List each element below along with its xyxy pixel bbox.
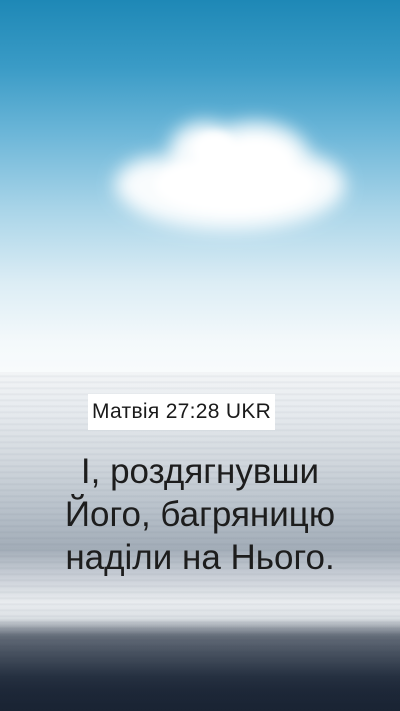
cloud-image: [115, 122, 345, 230]
dark-water: [0, 618, 400, 711]
verse-line: Його, багряницю: [64, 495, 336, 534]
verse-reference-text: Матвія 27:28 UKR: [92, 400, 272, 423]
verse-reference: Матвія 27:28 UKR: [88, 394, 276, 430]
verse-text: І, роздягнувши Його, багряницю наділи на…: [20, 450, 380, 579]
verse-image: Матвія 27:28 UKR І, роздягнувши Його, ба…: [0, 0, 400, 711]
verse-line: І, роздягнувши: [80, 452, 320, 491]
verse-line: наділи на Нього.: [65, 538, 335, 577]
